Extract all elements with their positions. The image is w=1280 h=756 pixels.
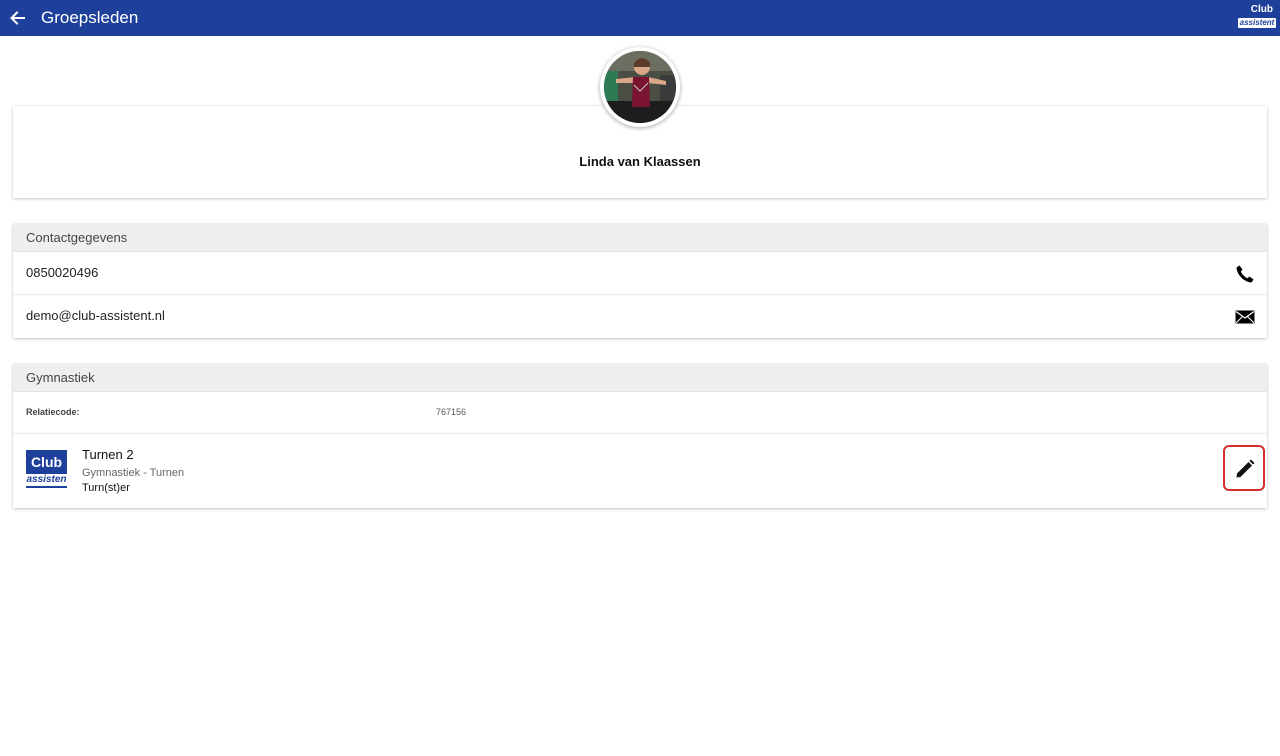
app-header: Groepsleden Club assistent — [0, 0, 1280, 36]
gymnastics-header: Gymnastiek — [13, 364, 1267, 392]
edit-button[interactable] — [1223, 445, 1265, 491]
back-button[interactable] — [4, 4, 32, 32]
phone-row[interactable]: 0850020496 — [13, 252, 1267, 295]
page-title: Groepsleden — [41, 8, 139, 27]
email-address: demo@club-assistent.nl — [26, 308, 165, 323]
arrow-left-icon — [10, 11, 25, 25]
relation-code-value: 767156 — [436, 407, 467, 417]
avatar-photo — [604, 51, 676, 123]
club-logo-bottom-text: assisten — [26, 474, 67, 488]
relation-code-row: Relatiecode: 767156 — [13, 392, 1267, 434]
group-membership-row: Club assisten Turnen 2 Gymnastiek - Turn… — [13, 434, 1267, 507]
contact-card: Contactgegevens 0850020496 demo@club-ass… — [13, 224, 1267, 338]
member-name: Linda van Klaassen — [579, 154, 701, 169]
phone-number: 0850020496 — [26, 265, 99, 280]
group-category: Gymnastiek - Turnen — [82, 467, 185, 479]
email-row[interactable]: demo@club-assistent.nl — [13, 295, 1267, 338]
gymnastics-card: Gymnastiek Relatiecode: 767156 Club assi… — [13, 364, 1267, 508]
phone-icon[interactable] — [1235, 264, 1255, 284]
contact-header: Contactgegevens — [13, 224, 1267, 252]
pencil-icon — [1236, 459, 1255, 478]
club-assistent-logo: Club assistent — [1238, 4, 1276, 32]
club-logo-top-text: Club — [26, 450, 67, 474]
logo-club-text: Club — [1250, 4, 1273, 15]
club-logo-image: Club assisten — [26, 450, 67, 492]
group-name: Turnen 2 — [82, 447, 134, 462]
profile-avatar — [600, 47, 680, 127]
envelope-icon[interactable] — [1235, 307, 1255, 327]
group-role: Turn(st)er — [82, 482, 130, 494]
logo-assist-text: assistent — [1238, 18, 1276, 28]
relation-code-label: Relatiecode: — [26, 407, 80, 417]
